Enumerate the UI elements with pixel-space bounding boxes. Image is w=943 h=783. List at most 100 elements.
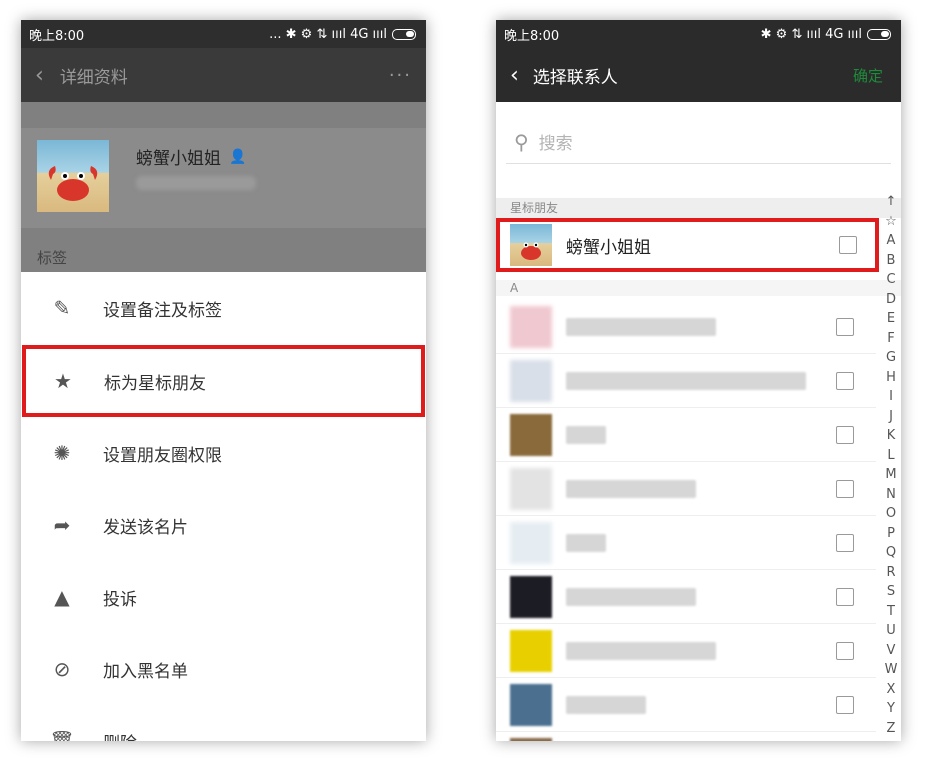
checkbox[interactable] bbox=[836, 479, 854, 498]
index-letter[interactable]: D bbox=[886, 290, 896, 310]
back-icon[interactable]: ‹ bbox=[510, 63, 519, 88]
detail-screen: 晚上8:00 ... ✱ ⚙ ⇅ ıııl 4G ıııl ‹ 详细资料 ···… bbox=[21, 20, 426, 741]
index-letter[interactable]: R bbox=[886, 563, 895, 583]
index-letter[interactable]: S bbox=[887, 582, 895, 602]
menu-item-moments-permission[interactable]: ✺ 设置朋友圈权限 bbox=[21, 417, 426, 489]
avatar bbox=[510, 575, 552, 618]
index-letter[interactable]: L bbox=[887, 446, 894, 466]
checkbox[interactable] bbox=[836, 695, 854, 714]
status-time: 晚上8:00 bbox=[504, 28, 560, 44]
status-time: 晚上8:00 bbox=[29, 28, 85, 44]
checkbox[interactable] bbox=[836, 533, 854, 552]
warning-icon: ▲ bbox=[54, 585, 70, 609]
battery-icon bbox=[392, 28, 416, 40]
share-icon: ➦ bbox=[53, 513, 71, 537]
avatar bbox=[510, 737, 552, 741]
index-letter[interactable]: K bbox=[887, 426, 896, 446]
blurred-name bbox=[566, 695, 646, 714]
index-letter[interactable]: X bbox=[887, 680, 896, 700]
index-letter[interactable]: M bbox=[885, 465, 896, 485]
contact-row[interactable] bbox=[496, 570, 876, 624]
index-letter[interactable]: J bbox=[889, 407, 893, 427]
blurred-name bbox=[566, 317, 716, 336]
contact-list: ⚲ 搜索 星标朋友 螃蟹小姐姐 A ↑ ☆ A B C D E F G H I … bbox=[496, 102, 901, 741]
index-letter[interactable]: I bbox=[889, 387, 893, 407]
avatar bbox=[510, 629, 552, 672]
index-letter[interactable]: Z bbox=[887, 719, 896, 739]
block-icon: ⊘ bbox=[53, 657, 71, 681]
menu-item-label: 标为星标朋友 bbox=[104, 373, 206, 394]
search-icon: ⚲ bbox=[514, 129, 529, 154]
contact-row[interactable] bbox=[496, 516, 876, 570]
confirm-button[interactable]: 确定 bbox=[853, 65, 883, 86]
checkbox[interactable] bbox=[836, 425, 854, 444]
index-letter[interactable]: C bbox=[886, 270, 895, 290]
checkbox[interactable] bbox=[836, 317, 854, 336]
checkbox[interactable] bbox=[836, 587, 854, 606]
menu-item-blacklist[interactable]: ⊘ 加入黑名单 bbox=[21, 633, 426, 705]
status-icons: ... ✱ ⚙ ⇅ ıııl 4G ıııl bbox=[269, 26, 387, 42]
more-icon[interactable]: ··· bbox=[389, 65, 412, 86]
index-letter[interactable]: B bbox=[887, 251, 896, 271]
index-letter[interactable]: P bbox=[887, 524, 895, 544]
blurred-name bbox=[566, 479, 696, 498]
index-letter[interactable]: V bbox=[887, 641, 896, 661]
action-sheet: ✎ 设置备注及标签 ★ 标为星标朋友 ✺ 设置朋友圈权限 ➦ 发送该名片 ▲ 投… bbox=[21, 272, 426, 741]
contact-row[interactable] bbox=[496, 732, 876, 741]
index-letter[interactable]: G bbox=[886, 348, 896, 368]
contact-row[interactable] bbox=[496, 408, 876, 462]
contact-name: 螃蟹小姐姐 bbox=[566, 237, 651, 258]
tag-label: 标签 bbox=[37, 249, 68, 267]
index-letter[interactable]: Q bbox=[886, 543, 896, 563]
select-contact-screen: 晚上8:00 ✱ ⚙ ⇅ ıııl 4G ıııl ‹ 选择联系人 确定 ⚲ 搜… bbox=[496, 20, 901, 741]
index-letter[interactable]: T bbox=[887, 602, 895, 622]
avatar bbox=[510, 467, 552, 510]
blurred-name bbox=[566, 533, 606, 552]
profile-overlay[interactable]: 螃蟹小姐姐 👤 标签 bbox=[21, 102, 426, 272]
star-icon: ★ bbox=[54, 369, 72, 393]
menu-item-label: 删除 bbox=[103, 729, 137, 742]
page-title: 详细资料 bbox=[59, 67, 128, 88]
starred-contact-row[interactable]: 螃蟹小姐姐 bbox=[496, 218, 879, 272]
checkbox[interactable] bbox=[836, 641, 854, 660]
avatar bbox=[510, 359, 552, 402]
avatar bbox=[510, 413, 552, 456]
menu-item-report[interactable]: ▲ 投诉 bbox=[21, 561, 426, 633]
index-letter[interactable]: F bbox=[887, 329, 894, 349]
edit-icon: ✎ bbox=[53, 296, 71, 320]
status-icons: ✱ ⚙ ⇅ ıııl 4G ıııl bbox=[760, 26, 862, 42]
avatar bbox=[510, 305, 552, 348]
menu-item-remark[interactable]: ✎ 设置备注及标签 bbox=[21, 272, 426, 344]
contact-row[interactable] bbox=[496, 624, 876, 678]
checkbox[interactable] bbox=[839, 236, 857, 254]
index-letter[interactable]: H bbox=[886, 368, 896, 388]
aperture-icon: ✺ bbox=[53, 441, 71, 465]
search-input[interactable]: ⚲ 搜索 bbox=[506, 120, 891, 164]
index-letter[interactable]: E bbox=[887, 309, 895, 329]
contact-row[interactable] bbox=[496, 678, 876, 732]
contact-row[interactable] bbox=[496, 354, 876, 408]
index-letter[interactable]: O bbox=[886, 504, 896, 524]
index-letter[interactable]: N bbox=[886, 485, 896, 505]
blurred-info bbox=[136, 176, 256, 190]
menu-item-send-card[interactable]: ➦ 发送该名片 bbox=[21, 489, 426, 561]
index-letter[interactable]: A bbox=[887, 231, 896, 251]
checkbox[interactable] bbox=[836, 371, 854, 390]
contact-name: 螃蟹小姐姐 bbox=[136, 149, 221, 169]
trash-icon: 🗑 bbox=[49, 729, 75, 741]
index-letter[interactable]: W bbox=[885, 660, 898, 680]
menu-item-delete[interactable]: 🗑 删除 bbox=[21, 705, 426, 741]
index-letter[interactable]: ↑ bbox=[886, 192, 897, 212]
alphabet-index-bar[interactable]: ↑☆ABCDEFGHIJKLMNOPQRSTUVWXYZ# bbox=[883, 192, 899, 741]
blurred-name bbox=[566, 641, 716, 660]
search-placeholder: 搜索 bbox=[538, 134, 573, 154]
battery-icon bbox=[867, 28, 891, 40]
index-letter[interactable]: U bbox=[886, 621, 896, 641]
index-letter[interactable]: Y bbox=[887, 699, 895, 719]
menu-item-star-friend[interactable]: ★ 标为星标朋友 bbox=[22, 345, 425, 417]
contact-row[interactable] bbox=[496, 300, 876, 354]
back-icon[interactable]: ‹ bbox=[35, 63, 44, 88]
index-letter[interactable]: ☆ bbox=[885, 212, 897, 232]
index-letter[interactable]: # bbox=[886, 738, 897, 741]
contact-row[interactable] bbox=[496, 462, 876, 516]
